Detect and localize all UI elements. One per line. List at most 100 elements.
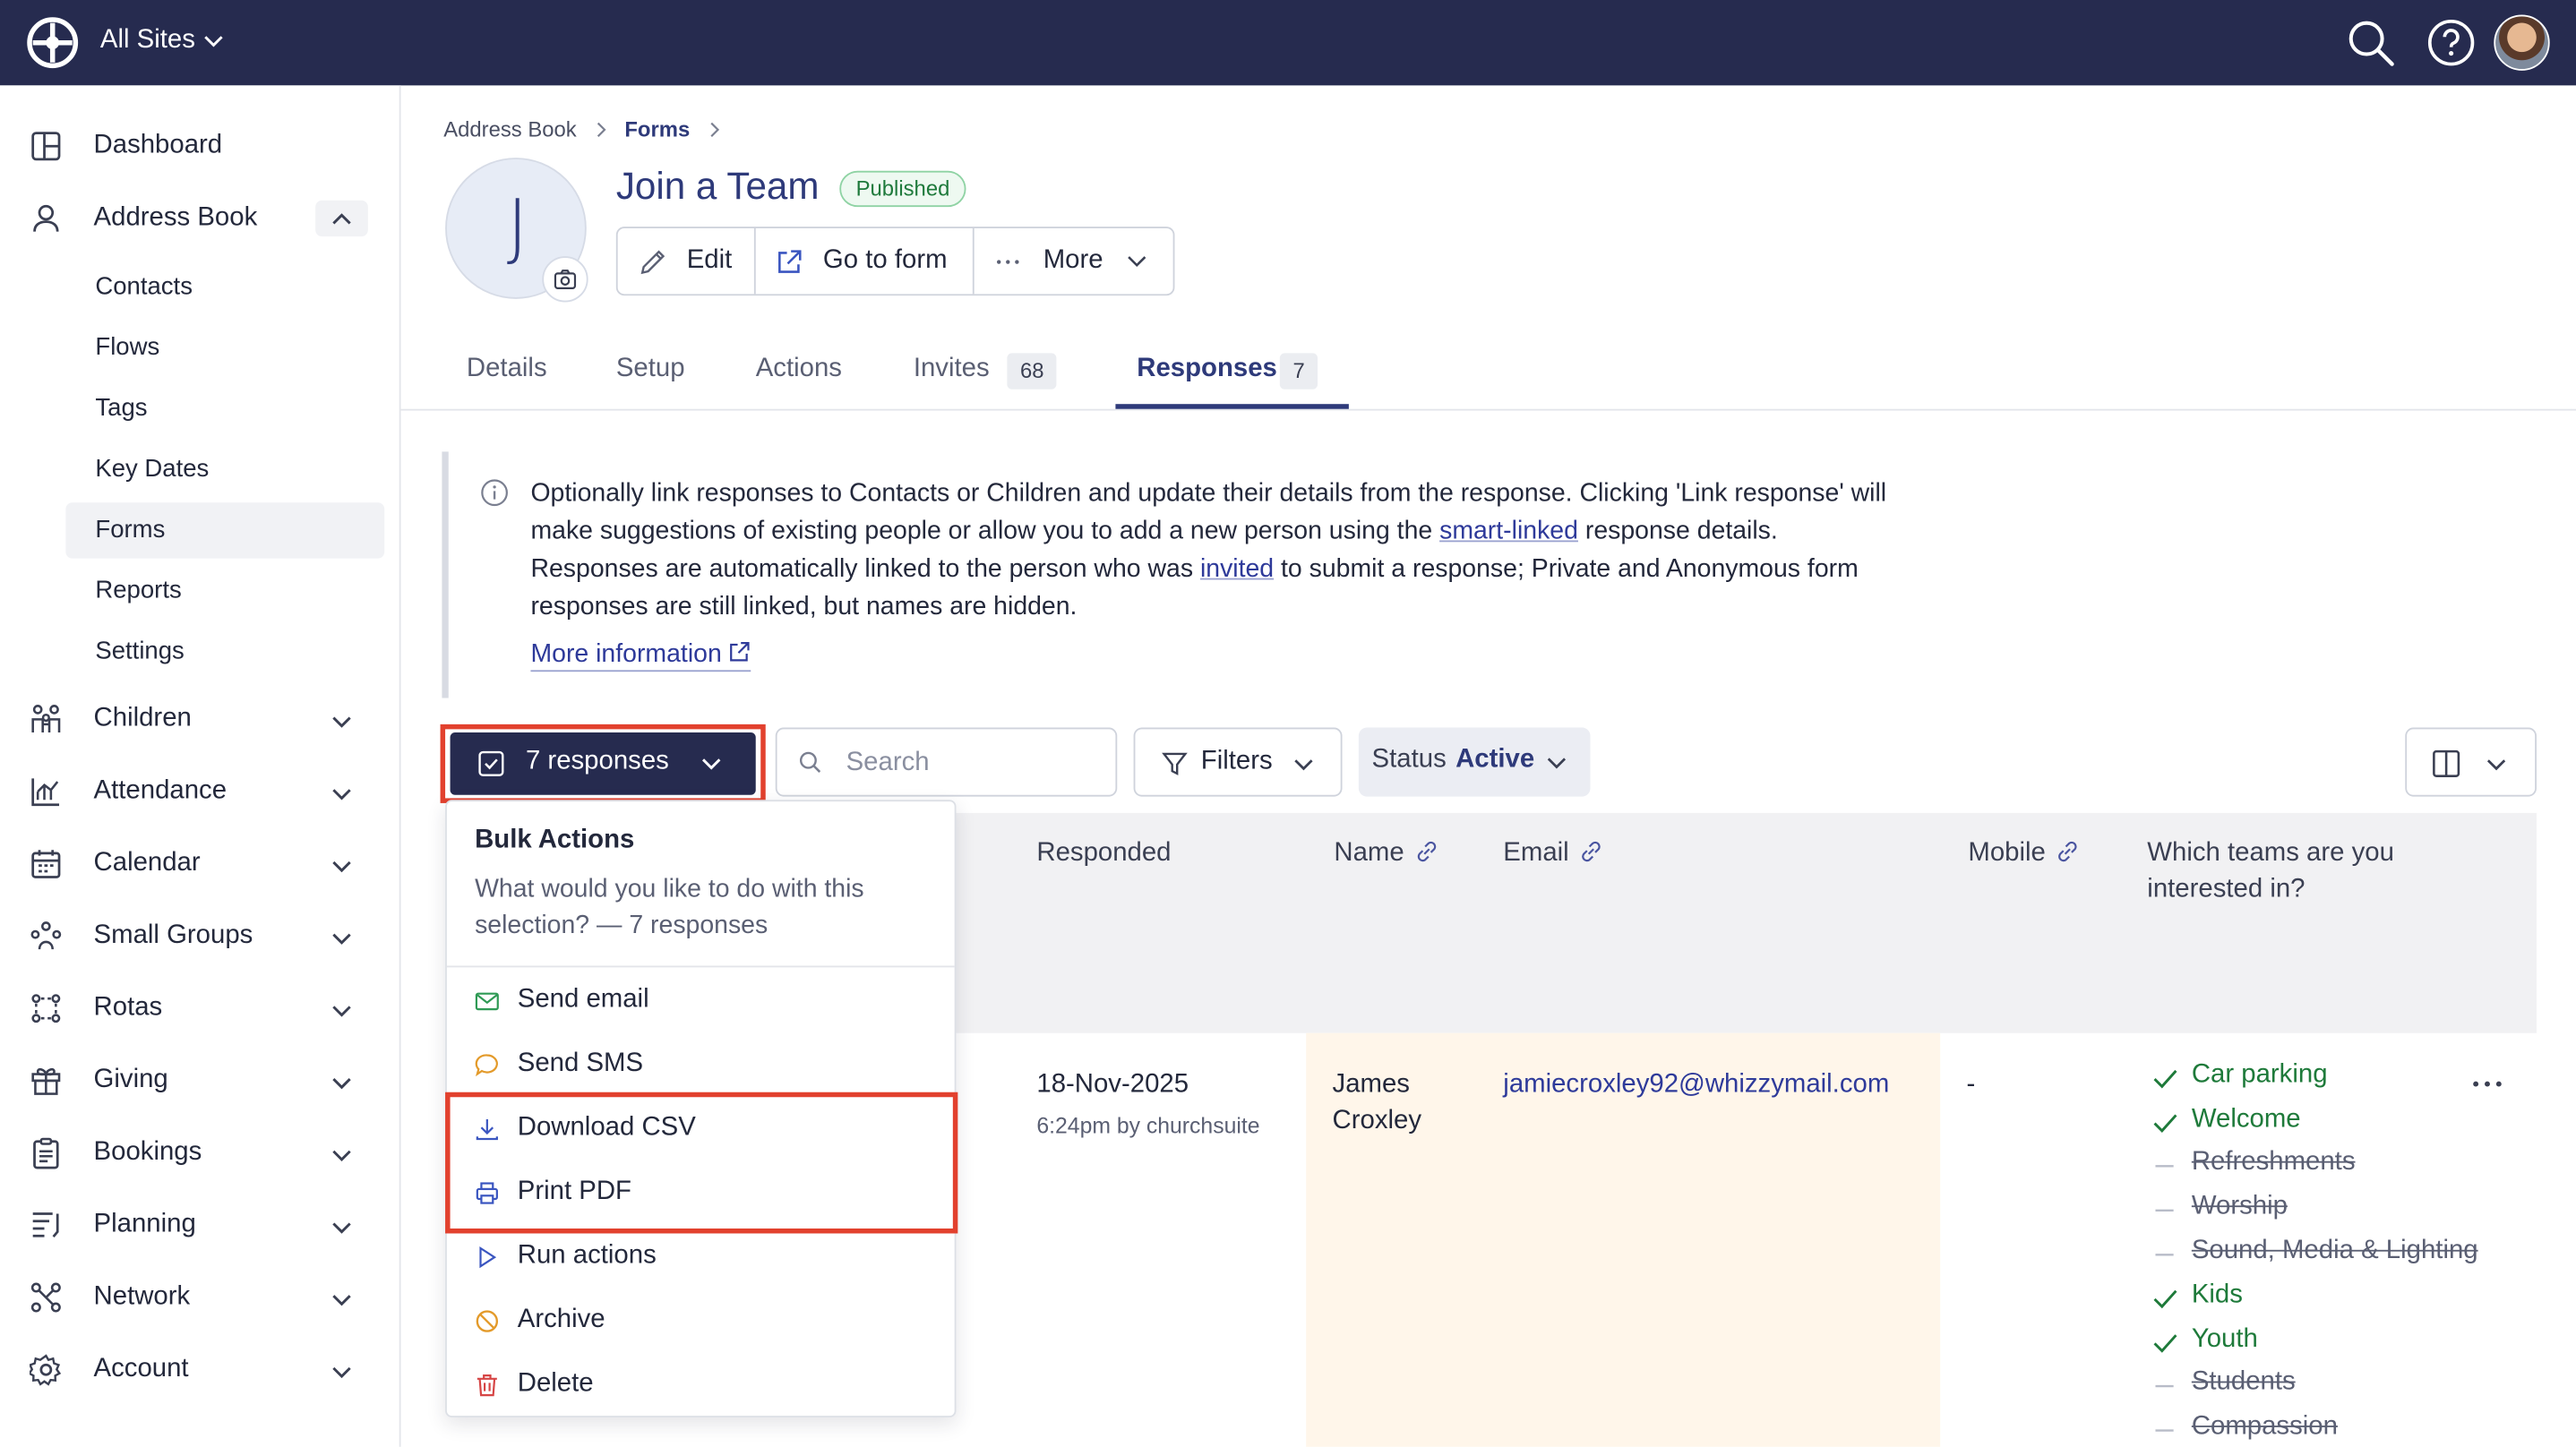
column-header-responded[interactable]: Responded [1036,836,1171,872]
status-badge: Published [839,170,966,208]
more-button[interactable]: More [975,228,1175,294]
info-text: Optionally link responses to Contacts or… [530,475,1911,626]
sidebar-subitem-reports[interactable]: Reports [65,563,384,619]
tab-actions[interactable]: Actions [739,335,871,407]
go-to-form-button[interactable]: Go to form [756,228,973,294]
menu-item-label: Send SMS [517,1049,644,1078]
menu-item-archive[interactable]: Archive [447,1289,955,1352]
response-name[interactable]: James Croxley [1333,1067,1447,1140]
search-input[interactable] [842,742,1112,785]
response-email[interactable]: jamiecroxley92@whizzymail.com [1503,1067,1889,1103]
column-header-mobile[interactable]: Mobile [1968,836,2080,872]
sidebar-subitem-forms[interactable]: Forms [65,502,385,559]
responded-meta: 6:24pm by churchsuite [1036,1113,1260,1139]
dash-icon [2155,1254,2174,1256]
chevron-down-icon [332,1222,351,1234]
filters-button[interactable]: Filters [1133,727,1343,797]
table-header: Responded Name Email Mobile Which teams … [956,812,2537,1033]
breadcrumb-address-book[interactable]: Address Book [443,116,576,141]
menu-divider [446,965,955,968]
menu-item-label: Delete [517,1369,594,1398]
churchsuite-logo-icon[interactable] [26,16,79,69]
tab-details[interactable]: Details [451,335,565,407]
team-label: Welcome [2191,1105,2301,1134]
sidebar-item-dashboard[interactable]: Dashboard [0,116,399,176]
sidebar-subitem-label: Reports [95,576,182,604]
row-actions-icon[interactable] [2469,1067,2505,1100]
sidebar-item-giving[interactable]: Giving [0,1051,399,1110]
menu-item-delete[interactable]: Delete [447,1353,955,1416]
tab-count-badge: 7 [1279,353,1318,390]
change-photo-button[interactable] [542,256,588,303]
link-icon [1582,841,1601,862]
sidebar-item-network[interactable]: Network [0,1268,399,1327]
play-icon [479,1246,497,1269]
column-header-label: Email [1503,839,1569,868]
trash-icon [477,1374,497,1397]
sidebar-item-label: Planning [93,1210,196,1238]
column-header-email[interactable]: Email [1503,836,1603,872]
menu-item-run-actions[interactable]: Run actions [447,1225,955,1288]
bulk-actions-description: What would you like to do with this sele… [475,875,864,940]
menu-item-label: Send email [517,985,649,1014]
check-icon [2153,1069,2177,1089]
sidebar-subitem-tags[interactable]: Tags [65,381,384,437]
dashboard-icon [31,132,61,161]
search-field[interactable] [775,727,1118,797]
sidebar-item-attendance[interactable]: Attendance [0,762,399,821]
sidebar-item-address-book[interactable]: Address Book [0,189,399,248]
chevron-down-icon [332,789,351,801]
breadcrumb-forms[interactable]: Forms [624,116,690,141]
link-icon [2058,841,2077,862]
sidebar-subitem-contacts[interactable]: Contacts [65,260,384,315]
tab-invites[interactable]: Invites 68 [897,335,1078,407]
sidebar-item-account[interactable]: Account [0,1340,399,1400]
menu-item-label: Archive [517,1306,605,1334]
edit-label: Edit [686,246,733,275]
children-icon [31,705,61,733]
invited-link[interactable]: invited [1200,555,1274,583]
external-link-icon [730,641,751,662]
archive-icon [476,1310,499,1332]
filter-icon [1162,752,1188,775]
sidebar-subitem-label: Key Dates [95,455,210,484]
sidebar-item-calendar[interactable]: Calendar [0,835,399,894]
site-selector-label[interactable]: All Sites [100,26,195,56]
more-information-link[interactable]: More information [530,640,751,672]
team-label: Sound, Media & Lighting [2191,1237,2478,1265]
sidebar-item-label: Small Groups [93,920,253,950]
chevron-right-icon [597,121,605,137]
menu-item-send-sms[interactable]: Send SMS [447,1033,955,1096]
highlight-box-export-actions [445,1092,958,1234]
edit-button[interactable]: Edit [618,228,754,294]
sidebar-item-rotas[interactable]: Rotas [0,979,399,1038]
column-header-name[interactable]: Name [1334,836,1438,872]
sidebar-item-children[interactable]: Children [0,689,399,749]
column-header-teams[interactable]: Which teams are you interested in? [2147,836,2459,909]
email-link[interactable]: jamiecroxley92@whizzymail.com [1503,1071,1889,1099]
team-label: Youth [2191,1325,2258,1354]
help-icon[interactable] [2426,18,2476,67]
sidebar-subitem-flows[interactable]: Flows [65,321,384,376]
columns-toggle-button[interactable] [2405,727,2537,797]
rotas-icon [31,994,61,1023]
search-icon[interactable] [2346,18,2395,67]
filters-label: Filters [1200,747,1273,775]
tab-responses[interactable]: Responses 7 [1115,335,1349,409]
sidebar-item-small-groups[interactable]: Small Groups [0,906,399,965]
tab-setup[interactable]: Setup [599,335,714,407]
chevron-down-icon[interactable] [202,30,226,53]
sidebar-item-bookings[interactable]: Bookings [0,1124,399,1183]
menu-item-send-email[interactable]: Send email [447,969,955,1032]
chart-icon [31,778,60,807]
smart-linked-link[interactable]: smart-linked [1439,518,1578,545]
check-icon [2153,1289,2177,1309]
user-avatar[interactable] [2494,14,2550,71]
sidebar-subitem-settings[interactable]: Settings [65,624,384,680]
sidebar-subitem-key-dates[interactable]: Key Dates [65,441,384,497]
check-icon [2153,1114,2177,1133]
sidebar-item-planning[interactable]: Planning [0,1195,399,1254]
status-filter-dropdown[interactable]: Status Active [1358,727,1591,797]
team-label: Kids [2191,1280,2243,1309]
network-icon [30,1282,61,1313]
